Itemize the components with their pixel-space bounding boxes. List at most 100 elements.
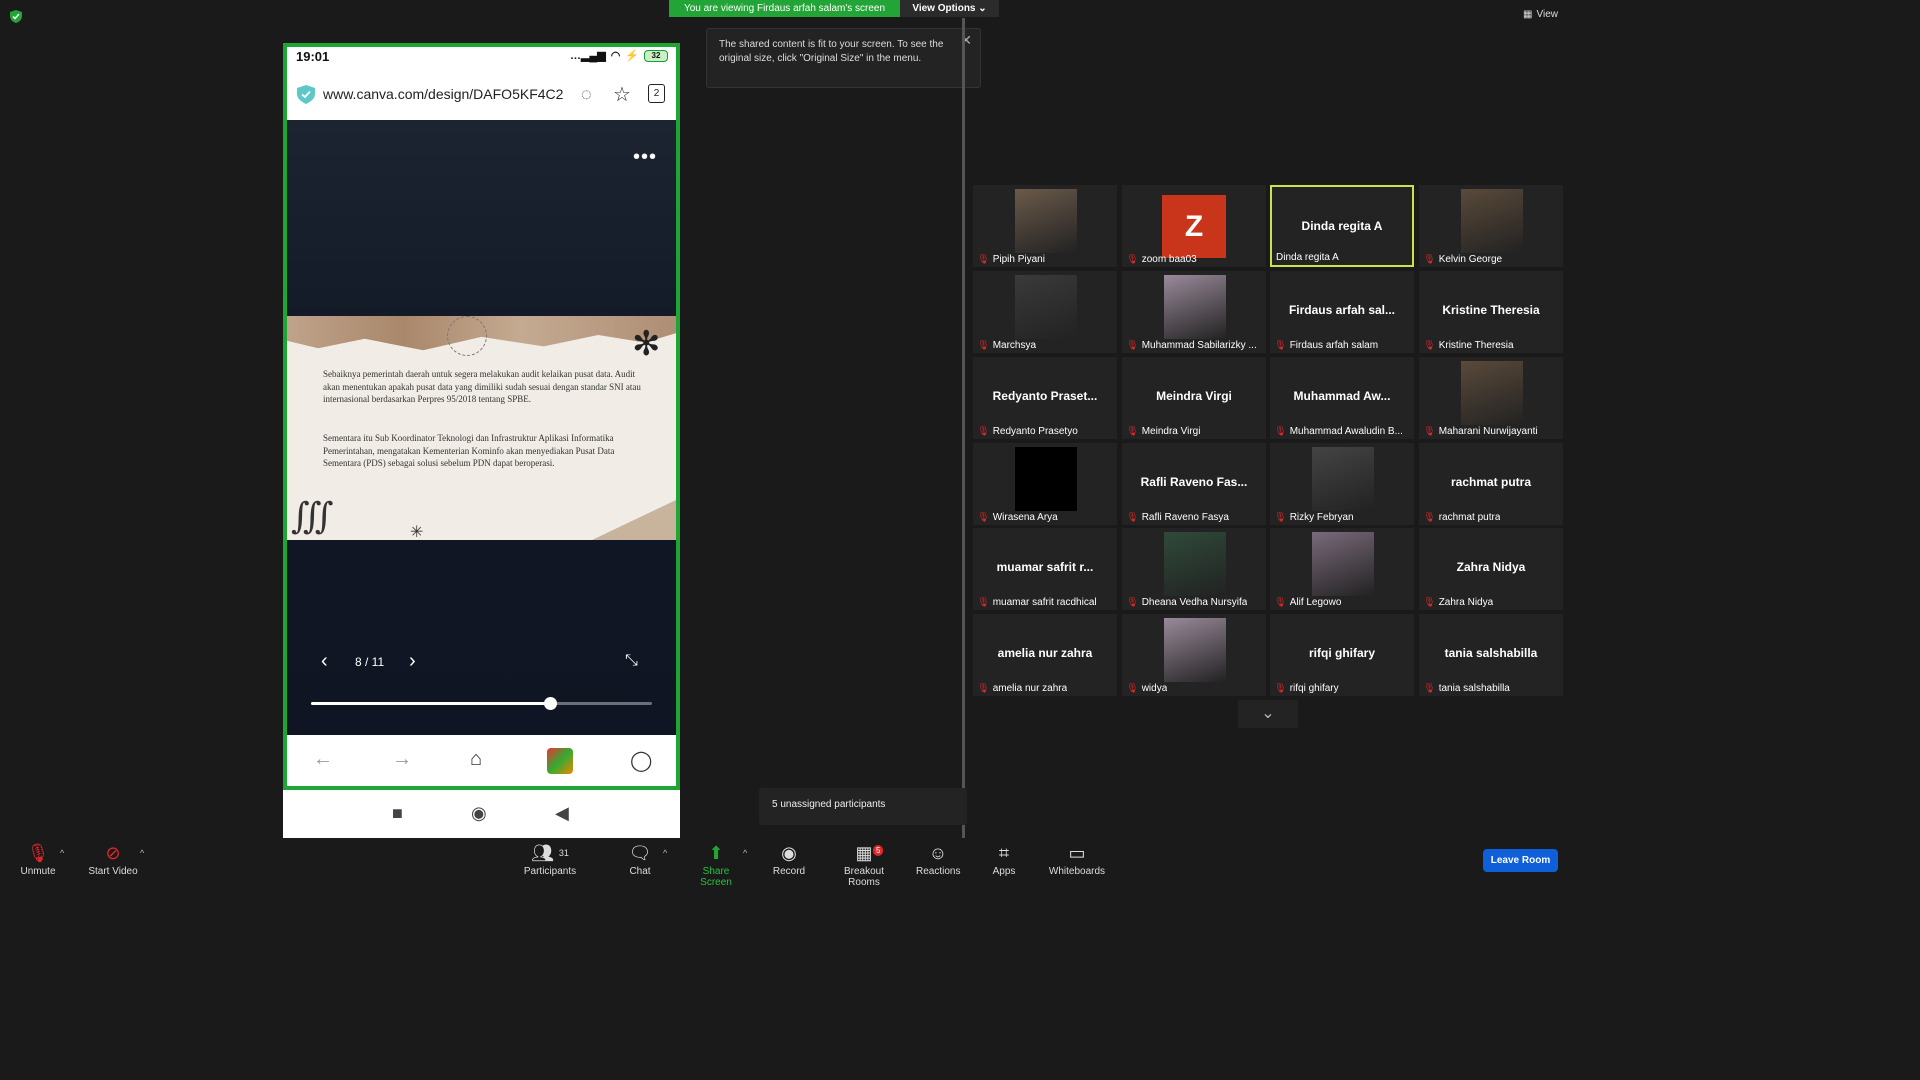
muted-mic-icon: 🎙︎ [1423,597,1436,608]
android-back-icon[interactable]: ◀ [555,803,569,824]
participant-name: Rafli Raveno Fasya [1141,512,1229,523]
participant-tile[interactable]: Dinda regita A Dinda regita A [1270,185,1414,267]
participant-name-label: 🎙︎ Muhammad Sabilarizky ... [1126,340,1257,351]
participant-tile[interactable]: 🎙︎ Rizky Febryan [1270,443,1414,525]
participant-tile[interactable]: rachmat putra 🎙︎ rachmat putra [1419,443,1563,525]
participant-name-label: 🎙︎ Maharani Nurwijayanti [1423,426,1538,437]
participant-tile[interactable]: 🎙︎ widya [1122,614,1266,696]
unassigned-participants-notice[interactable]: 5 unassigned participants [759,788,967,825]
participant-tile[interactable]: 🎙︎ Wirasena Arya [973,443,1117,525]
recents-icon[interactable]: ■ [392,803,403,824]
muted-mic-icon: 🎙︎ [1423,512,1436,523]
participant-name: Muhammad Awaludin B... [1289,426,1403,437]
view-options-button[interactable]: View Options ⌄ [900,0,999,17]
muted-mic-icon: 🎙︎ [977,512,990,523]
participant-name: Wirasena Arya [992,512,1058,523]
participant-video [1015,189,1077,253]
participant-name-label: 🎙︎ Wirasena Arya [977,512,1058,523]
tooltip-text: The shared content is fit to your screen… [719,39,944,64]
participant-name-label: 🎙︎ amelia nur zahra [977,683,1067,694]
breakout-rooms-button[interactable]: ▦ Breakout Rooms [828,842,900,888]
participant-name: Kristine Theresia [1438,340,1514,351]
participant-display-name: Muhammad Aw... [1293,389,1391,403]
apps-button[interactable]: ⌗ Apps [990,842,1018,877]
chat-button[interactable]: 🗨︎ Chat [625,842,655,877]
participant-name: zoom baa03 [1141,254,1197,265]
participant-name: Firdaus arfah salam [1289,340,1379,351]
whiteboards-button[interactable]: ▭ Whiteboards [1048,842,1106,877]
participant-name-label: 🎙︎ zoom baa03 [1126,254,1197,265]
view-options-label: View Options [912,3,976,14]
participant-tile[interactable]: Firdaus arfah sal... 🎙︎ Firdaus arfah sala… [1270,271,1414,353]
muted-mic-icon: 🎙︎ [1423,340,1436,351]
participant-name: muamar safrit racdhical [992,597,1097,608]
participants-button[interactable]: 👥︎ 31 Participants [520,842,580,877]
whiteboard-icon: ▭ [1068,843,1086,863]
participant-tile[interactable]: Zahra Nidya 🎙︎ Zahra Nidya [1419,528,1563,610]
participant-tile[interactable]: Kristine Theresia 🎙︎ Kristine Theresia [1419,271,1563,353]
participant-name-label: 🎙︎ Meindra Virgi [1126,426,1200,437]
start-video-button[interactable]: ⊘ Start Video [86,842,140,877]
security-shield-icon[interactable] [10,10,22,23]
split-divider[interactable] [962,18,965,838]
reactions-button[interactable]: ☺ Reactions [916,842,960,877]
unmute-button[interactable]: 🎙︎ Unmute [18,842,58,877]
apps-icon: ⌗ [998,843,1010,863]
participant-tile[interactable]: Meindra Virgi 🎙︎ Meindra Virgi [1122,357,1266,439]
view-label: View [1536,9,1559,20]
muted-mic-icon: 🎙︎ [977,340,990,351]
participant-video [1461,189,1523,253]
chat-icon: 🗨︎ [628,843,652,863]
muted-mic-icon: 🎙︎ [1423,683,1436,694]
participant-tile[interactable]: 🎙︎ Dheana Vedha Nursyifa [1122,528,1266,610]
participant-tile[interactable]: 🎙︎ Alif Legowo [1270,528,1414,610]
participant-video [1015,447,1077,511]
participant-tile[interactable]: Muhammad Aw... 🎙︎ Muhammad Awaludin B... [1270,357,1414,439]
participant-name-label: 🎙︎ muamar safrit racdhical [977,597,1097,608]
participant-tile[interactable]: rifqi ghifary 🎙︎ rifqi ghifary [1270,614,1414,696]
participant-tile[interactable]: 🎙︎ Marchsya [973,271,1117,353]
muted-mic-icon: 🎙︎ [26,843,50,863]
participant-name-label: 🎙︎ Marchsya [977,340,1036,351]
participant-video [1312,447,1374,511]
share-screen-icon: ⬆ [708,843,724,863]
participant-tile[interactable]: 🎙︎ Muhammad Sabilarizky ... [1122,271,1266,353]
leave-room-button[interactable]: Leave Room [1483,849,1558,872]
video-options-caret-icon[interactable]: ^ [140,848,144,858]
chat-options-caret-icon[interactable]: ^ [663,848,667,858]
participant-display-name: muamar safrit r... [996,560,1094,574]
audio-options-caret-icon[interactable]: ^ [60,848,64,858]
participant-display-name: Zahra Nidya [1456,560,1526,574]
participant-name-label: 🎙︎ Rafli Raveno Fasya [1126,512,1229,523]
participant-video [1312,532,1374,596]
participant-name: rifqi ghifary [1289,683,1339,694]
participant-tile[interactable]: tania salshabilla 🎙︎ tania salshabilla [1419,614,1563,696]
view-button[interactable]: ▦ View [1523,9,1558,20]
participant-tile[interactable]: Redyanto Praset... 🎙︎ Redyanto Prasetyo [973,357,1117,439]
participant-tile[interactable]: amelia nur zahra 🎙︎ amelia nur zahra [973,614,1117,696]
whiteboards-label: Whiteboards [1048,866,1106,877]
share-options-caret-icon[interactable]: ^ [743,848,747,858]
participant-tile[interactable]: 🎙︎ Pipih Piyani [973,185,1117,267]
participant-tile[interactable]: Rafli Raveno Fas... 🎙︎ Rafli Raveno Fasya [1122,443,1266,525]
share-screen-button[interactable]: ⬆ Share Screen [686,842,746,888]
gallery-scroll-down-icon[interactable]: ⌄ [1238,700,1298,728]
muted-mic-icon: 🎙︎ [977,254,990,265]
record-icon: ◉ [781,843,797,863]
record-button[interactable]: ◉ Record [772,842,806,877]
participant-tile[interactable]: 🎙︎ Maharani Nurwijayanti [1419,357,1563,439]
participant-name: Dinda regita A [1276,252,1339,263]
participant-name-label: 🎙︎ Rizky Febryan [1274,512,1354,523]
participant-video [1015,275,1077,339]
participant-tile[interactable]: 🎙︎ Kelvin George [1419,185,1563,267]
muted-mic-icon: 🎙︎ [1274,340,1287,351]
participant-name: Redyanto Prasetyo [992,426,1078,437]
android-home-icon[interactable]: ◉ [471,803,487,824]
participant-name: rachmat putra [1438,512,1501,523]
shared-screen-border [283,43,680,790]
muted-mic-icon: 🎙︎ [1126,254,1139,265]
participant-tile[interactable]: muamar safrit r... 🎙︎ muamar safrit racdhi… [973,528,1117,610]
participant-display-name: rachmat putra [1450,475,1532,489]
participant-name: Marchsya [992,340,1037,351]
participant-tile[interactable]: Z 🎙︎ zoom baa03 [1122,185,1266,267]
